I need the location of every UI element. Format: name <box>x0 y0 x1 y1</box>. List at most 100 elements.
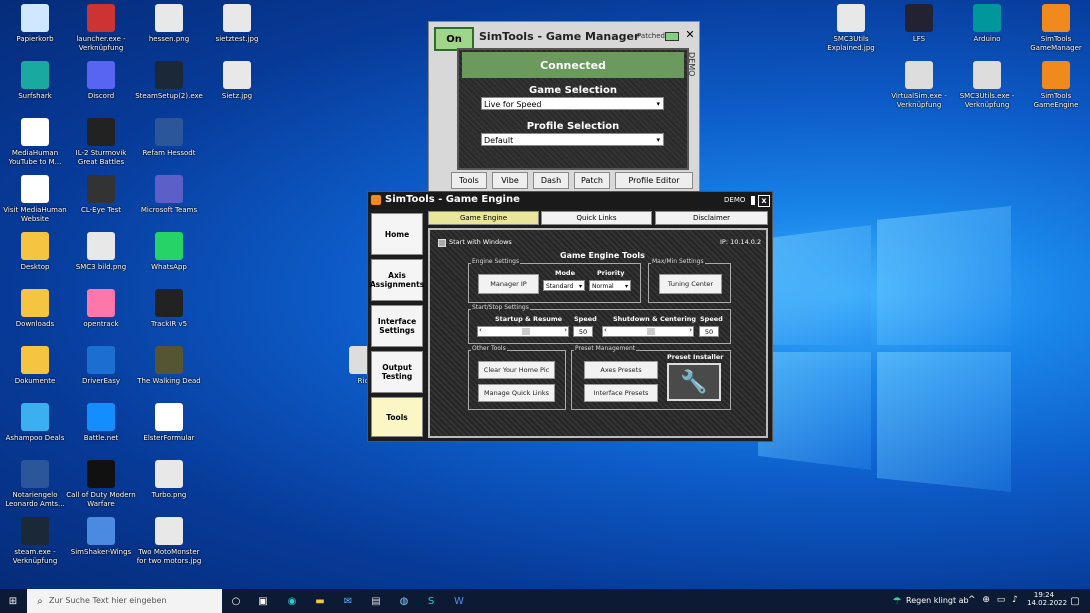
close-button[interactable]: ✕ <box>684 29 696 41</box>
desktop-icon[interactable]: WhatsApp <box>134 232 204 272</box>
tab-dash[interactable]: Dash <box>533 172 569 189</box>
tuning-center-button[interactable]: Tuning Center <box>659 274 722 294</box>
notification-icon[interactable]: ▢ <box>1068 594 1082 608</box>
desktop-icon[interactable]: LFS <box>884 4 954 44</box>
walkingdead-icon <box>155 346 183 374</box>
app-icon[interactable]: ◍ <box>397 594 411 608</box>
desktop-icon[interactable]: Dokumente <box>0 346 70 386</box>
task-view-icon[interactable]: ▣ <box>256 594 270 608</box>
desktop-icon[interactable]: Sietz.jpg <box>202 61 272 101</box>
cortana-icon[interactable]: ○ <box>229 594 243 608</box>
startup-speed-slider[interactable]: ‹ › <box>477 326 569 337</box>
desktop-icon[interactable]: Two MotoMonster for two motors.jpg <box>134 517 204 565</box>
desktop-icon[interactable]: SMC3 bild.png <box>66 232 136 272</box>
preset-installer-button[interactable]: 🔧 <box>667 363 721 401</box>
desktop-icon[interactable]: MediaHuman YouTube to M... <box>0 118 70 166</box>
folder-icon <box>21 232 49 260</box>
desktop-icon[interactable]: Notariengelo Leonardo Amts... <box>0 460 70 508</box>
desktop-icon[interactable]: Surfshark <box>0 61 70 101</box>
slider-thumb[interactable] <box>522 328 530 335</box>
shutdown-speed-slider[interactable]: ‹ › <box>602 326 694 337</box>
desktop-icon[interactable]: Desktop <box>0 232 70 272</box>
desktop-icon[interactable]: steam.exe - Verknüpfung <box>0 517 70 565</box>
clock[interactable]: 19:24 14.02.2022 <box>1027 591 1067 607</box>
desktop-icon[interactable]: ElsterFormular <box>134 403 204 443</box>
side-tab-tools[interactable]: Tools <box>371 397 423 437</box>
image-file-icon <box>87 232 115 260</box>
startup-speed-value[interactable]: 50 <box>573 326 593 337</box>
shutdown-centering-label: Shutdown & Centering <box>613 315 697 323</box>
start-with-windows-checkbox[interactable] <box>438 239 446 247</box>
recycle-bin-icon <box>21 4 49 32</box>
desktop-icon[interactable]: DriverEasy <box>66 346 136 386</box>
shutdown-speed-value[interactable]: 50 <box>699 326 719 337</box>
desktop-icon[interactable]: TrackIR v5 <box>134 289 204 329</box>
file-explorer-icon[interactable]: ▬ <box>313 594 327 608</box>
profile-selection-dropdown[interactable]: Default ▾ <box>481 133 664 146</box>
axes-presets-button[interactable]: Axes Presets <box>584 361 658 379</box>
desktop-icon[interactable]: sietztest.jpg <box>202 4 272 44</box>
manager-ip-button[interactable]: Manager IP <box>478 274 539 294</box>
windows-start-icon[interactable]: ⊞ <box>6 594 20 608</box>
manage-quick-links-button[interactable]: Manage Quick Links <box>478 384 555 402</box>
mode-dropdown[interactable]: Standard ▾ <box>543 280 585 291</box>
desktop-icon[interactable]: CL-Eye Test <box>66 175 136 215</box>
desktop-icon[interactable]: hessen.png <box>134 4 204 44</box>
side-tab-interface-settings[interactable]: Interface Settings <box>371 305 423 347</box>
slider-thumb[interactable] <box>647 328 655 335</box>
clear-home-pic-button[interactable]: Clear Your Home Pic <box>478 361 555 379</box>
desktop-icon[interactable]: SteamSetup(2).exe <box>134 61 204 101</box>
interface-presets-button[interactable]: Interface Presets <box>584 384 658 402</box>
desktop-icon-label: Downloads <box>15 320 55 328</box>
desktop-icon[interactable]: Ashampoo Deals <box>0 403 70 443</box>
desktop-icon[interactable]: SMC3Utils.exe - Verknüpfung <box>952 61 1022 109</box>
chevron-down-icon: ▾ <box>656 136 660 144</box>
tab-game-engine[interactable]: Game Engine <box>428 211 539 225</box>
side-tab-output-testing[interactable]: Output Testing <box>371 351 423 393</box>
desktop-icon[interactable]: Discord <box>66 61 136 101</box>
side-tab-axis-assignments[interactable]: Axis Assignments <box>370 259 424 301</box>
desktop-icon[interactable]: opentrack <box>66 289 136 329</box>
desktop-icon[interactable]: Papierkorb <box>0 4 70 44</box>
desktop-icon[interactable]: SMC3Utils Explained.jpg <box>816 4 886 52</box>
desktop-icon[interactable]: SimTools GameManager <box>1021 4 1090 52</box>
desktop-icon[interactable]: Battle.net <box>66 403 136 443</box>
group-label: Preset Management <box>574 345 637 352</box>
tab-patch[interactable]: Patch <box>574 172 610 189</box>
side-tab-home[interactable]: Home <box>371 213 423 255</box>
desktop-icon[interactable]: Arduino <box>952 4 1022 44</box>
tab-vibe[interactable]: Vibe <box>492 172 528 189</box>
shutdown-speed-label: Speed <box>700 315 723 323</box>
desktop-icon[interactable]: launcher.exe - Verknüpfung <box>66 4 136 52</box>
surfshark-icon[interactable]: S <box>424 594 438 608</box>
word-icon[interactable]: W <box>452 594 466 608</box>
system-tray-icons[interactable]: ^ ⊕ ▭ ♪ <box>968 595 1020 605</box>
desktop-icon[interactable]: SimTools GameEngine <box>1021 61 1090 109</box>
tab-tools[interactable]: Tools <box>451 172 487 189</box>
desktop-icon[interactable]: Turbo.png <box>134 460 204 500</box>
desktop-icon[interactable]: IL-2 Sturmovik Great Battles <box>66 118 136 166</box>
desktop-icon[interactable]: Call of Duty Modern Warfare <box>66 460 136 508</box>
store-icon[interactable]: ▤ <box>369 594 383 608</box>
desktop-icon[interactable]: Refam Hessodt <box>134 118 204 158</box>
mode-label: Mode <box>555 269 575 277</box>
close-button[interactable]: x <box>758 195 770 207</box>
game-selection-dropdown[interactable]: Live for Speed ▾ <box>481 97 664 110</box>
tab-profile-editor[interactable]: Profile Editor <box>615 172 693 189</box>
tab-disclaimer[interactable]: Disclaimer <box>655 211 768 225</box>
mail-icon[interactable]: ✉ <box>341 594 355 608</box>
priority-dropdown[interactable]: Normal ▾ <box>589 280 631 291</box>
desktop-icon[interactable]: VirtualSim.exe - Verknüpfung <box>884 61 954 109</box>
game-selection-label: Game Selection <box>529 85 617 96</box>
edge-icon[interactable]: ◉ <box>285 594 299 608</box>
weather-text[interactable]: Regen klingt ab <box>906 596 969 605</box>
desktop-icon[interactable]: The Walking Dead <box>134 346 204 386</box>
desktop-icon[interactable]: SimShaker-Wings <box>66 517 136 557</box>
desktop-icon[interactable]: Downloads <box>0 289 70 329</box>
tab-quick-links[interactable]: Quick Links <box>541 211 652 225</box>
desktop-icon[interactable]: Microsoft Teams <box>134 175 204 215</box>
search-input[interactable]: Zur Suche Text hier eingeben <box>27 589 222 613</box>
app-icon <box>905 61 933 89</box>
desktop-icon[interactable]: Visit MediaHuman Website <box>0 175 70 223</box>
desktop-icon-label: Two MotoMonster for two motors.jpg <box>136 548 202 565</box>
